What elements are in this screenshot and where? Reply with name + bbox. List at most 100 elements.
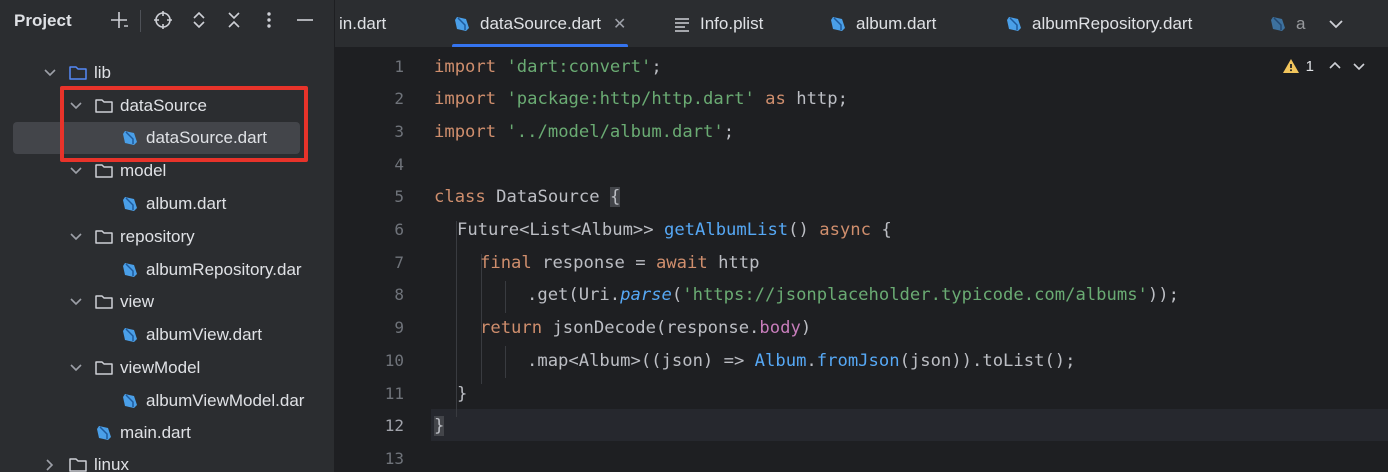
tab-label: dataSource.dart <box>480 14 601 33</box>
tab-datasource-dart[interactable]: dataSource.dart ✕ <box>452 0 629 47</box>
tab-overflow-partial[interactable]: a <box>1268 0 1306 47</box>
chevron-down-icon[interactable] <box>68 360 84 376</box>
folder-icon <box>95 361 113 375</box>
tree-item-albumviewmodel-dart[interactable]: albumViewModel.dar <box>0 385 334 417</box>
code-line-5: class DataSource { <box>434 181 621 214</box>
chevron-down-icon[interactable] <box>1324 12 1348 36</box>
tree-item-linux-folder[interactable]: linux <box>0 449 334 472</box>
code-line-3: import '../model/album.dart'; <box>434 116 734 149</box>
line-number: 6 <box>394 220 404 239</box>
code-token: await <box>655 252 708 273</box>
chevron-down-icon[interactable] <box>68 294 84 310</box>
current-line-highlight <box>431 408 1388 442</box>
highlight-annotation-box <box>60 86 308 162</box>
code-token: body <box>759 318 801 339</box>
folder-icon <box>69 66 87 80</box>
folder-icon <box>69 458 87 472</box>
tree-item-lib[interactable]: lib <box>0 57 334 89</box>
tree-item-label: view <box>120 292 155 311</box>
code-token: )); <box>1147 285 1179 306</box>
code-token: return <box>480 318 543 339</box>
code-token: as <box>765 89 786 110</box>
line-number: 2 <box>394 89 404 109</box>
plist-icon <box>675 18 689 32</box>
code-token: } <box>457 383 468 404</box>
code-token: 'package:http/http.dart' <box>506 89 755 110</box>
code-line-11: } <box>457 378 467 411</box>
tree-item-albumview-dart[interactable]: albumView.dart <box>0 319 334 351</box>
code-token: 'dart:convert' <box>506 56 652 77</box>
tree-item-label: lib <box>94 63 112 82</box>
project-panel: Project lib dataSource dataSource.dart m… <box>0 0 334 472</box>
project-panel-title[interactable]: Project <box>14 11 72 31</box>
tree-item-label: albumView.dart <box>146 325 262 344</box>
code-token: . <box>806 350 817 371</box>
dart-icon <box>1271 17 1285 31</box>
tab-main-dart[interactable]: in.dart <box>339 0 386 47</box>
tree-item-label: albumViewModel.dar <box>146 391 305 410</box>
chevron-down-icon[interactable] <box>68 229 84 245</box>
line-number: 9 <box>394 318 404 338</box>
add-icon[interactable] <box>107 8 131 32</box>
tree-item-repository-folder[interactable]: repository <box>0 221 334 253</box>
line-number: 13 <box>384 448 404 468</box>
more-icon[interactable] <box>257 8 281 32</box>
dart-icon <box>455 17 469 31</box>
chevron-right-icon[interactable] <box>42 457 58 472</box>
inspection-widget[interactable]: 1 <box>1282 57 1368 75</box>
tree-item-label: linux <box>94 455 129 472</box>
code-token: getAlbumList <box>663 220 789 240</box>
tree-item-album-dart[interactable]: album.dart <box>0 188 334 220</box>
code-editor[interactable]: 1 2 3 4 5 6 7 8 9 10 11 12 13 import 'da… <box>335 49 1388 472</box>
code-token: import <box>434 56 497 77</box>
code-token: http <box>718 252 760 273</box>
tree-item-main-dart[interactable]: main.dart <box>0 417 334 449</box>
line-number-gutter[interactable]: 1 2 3 4 5 6 7 8 9 10 11 12 13 <box>335 49 430 472</box>
tab-albumrepository-dart[interactable]: albumRepository.dart <box>1004 0 1192 47</box>
code-token: .map<Album>((json) => <box>527 350 745 371</box>
tree-item-viewmodel-folder[interactable]: viewModel <box>0 352 334 384</box>
code-line-6: Future<List<Album>> getAlbumList() async… <box>457 214 892 247</box>
code-line-8: .get(Uri.parse('https://jsonplaceholder.… <box>527 279 1179 312</box>
indent-guide <box>505 281 506 313</box>
tree-item-label: main.dart <box>120 423 191 442</box>
tab-label: a <box>1296 14 1306 33</box>
tree-item-view-folder[interactable]: view <box>0 286 334 318</box>
close-icon[interactable]: ✕ <box>613 14 626 34</box>
tab-info-plist[interactable]: Info.plist <box>672 0 763 47</box>
code-token: Future<List<Album>> <box>457 220 654 240</box>
code-token: http; <box>796 89 848 110</box>
line-number: 8 <box>394 285 404 305</box>
chevron-down-icon[interactable] <box>1350 57 1368 75</box>
code-token: parse <box>620 285 672 306</box>
code-token: ; <box>723 121 735 142</box>
code-token: fromJson <box>816 350 900 371</box>
chevron-down-icon[interactable] <box>42 65 58 81</box>
collapse-all-icon[interactable] <box>222 8 246 32</box>
code-token: ; <box>651 56 662 77</box>
code-line-2: import 'package:http/http.dart' as http; <box>434 83 848 116</box>
code-token: class <box>434 187 486 208</box>
folder-icon <box>95 295 113 309</box>
warning-icon <box>1282 59 1299 73</box>
tab-album-dart[interactable]: album.dart <box>828 0 936 47</box>
folder-icon <box>95 164 113 178</box>
inspection-count: 1 <box>1305 57 1314 75</box>
tree-item-albumrepository-dart[interactable]: albumRepository.dar <box>0 254 334 286</box>
code-token: import <box>434 89 497 110</box>
code-token: { <box>881 220 892 240</box>
line-number: 12 <box>384 416 404 436</box>
target-icon[interactable] <box>151 8 175 32</box>
chevron-down-icon[interactable] <box>68 163 84 179</box>
line-number: 5 <box>394 187 404 207</box>
code-token: '../model/album.dart' <box>506 121 724 142</box>
line-number: 4 <box>394 154 404 174</box>
dart-icon <box>123 197 137 211</box>
expand-all-icon[interactable] <box>187 8 211 32</box>
dart-icon <box>123 263 137 277</box>
dart-icon <box>97 426 111 440</box>
minimize-icon[interactable] <box>293 8 317 32</box>
code-token: (json)).toList(); <box>899 350 1076 371</box>
chevron-up-icon[interactable] <box>1326 57 1344 75</box>
code-token: DataSource <box>496 187 600 208</box>
